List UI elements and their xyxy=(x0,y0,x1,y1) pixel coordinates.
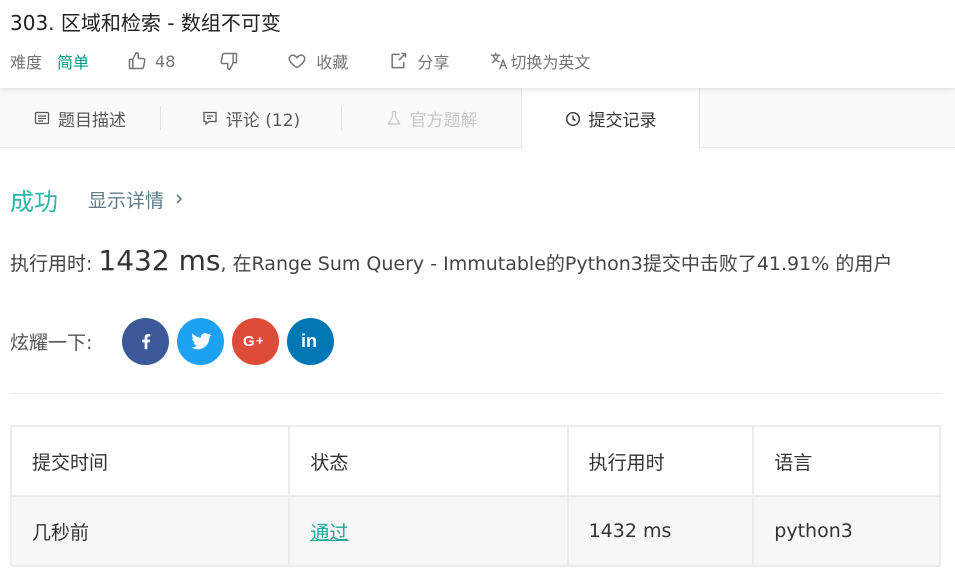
svg-text:G: G xyxy=(243,333,255,350)
share-button[interactable]: 分享 xyxy=(388,49,489,73)
chevron-right-icon xyxy=(176,194,183,204)
tab-description[interactable]: 题目描述 xyxy=(0,88,160,148)
heart-icon xyxy=(287,51,307,71)
runtime-summary: 执行用时: 1432 ms , 在Range Sum Query - Immut… xyxy=(10,244,892,280)
translate-icon xyxy=(489,51,509,71)
table-header-row: 提交时间 状态 执行用时 语言 xyxy=(9,425,941,497)
section-divider xyxy=(10,393,942,394)
translate-button[interactable]: 切换为英文 xyxy=(489,49,590,73)
linkedin-share-button[interactable]: in xyxy=(287,317,335,365)
like-count: 48 xyxy=(155,51,176,71)
show-details-link[interactable]: 显示详情 xyxy=(88,186,184,213)
share-label: 分享 xyxy=(417,53,450,72)
share-prompt: 炫耀一下: xyxy=(10,331,93,354)
google-plus-icon: G + xyxy=(243,333,264,350)
submissions-table: 提交时间 状态 执行用时 语言 几秒前 通过 1432 ms python3 xyxy=(9,425,941,567)
like-button[interactable]: 48 xyxy=(127,51,219,71)
thumbs-up-icon xyxy=(127,51,147,71)
column-header-time: 提交时间 xyxy=(9,425,291,497)
difficulty-value: 简单 xyxy=(57,53,90,72)
tab-label: 提交记录 xyxy=(588,111,657,131)
google-plus-share-button[interactable]: G + xyxy=(232,317,280,365)
runtime-prefix: 执行用时: xyxy=(10,253,93,275)
result-status: 成功 xyxy=(10,187,58,216)
table-row: 几秒前 通过 1432 ms python3 xyxy=(9,495,941,567)
twitter-icon xyxy=(191,333,212,350)
description-icon xyxy=(34,111,50,125)
translate-label: 切换为英文 xyxy=(510,53,591,72)
tab-comments[interactable]: 评论 (12) xyxy=(161,88,341,148)
problem-tabs: 题目描述 评论 (12) 官方题解 提交记录 xyxy=(0,88,955,149)
clock-icon xyxy=(565,111,580,126)
show-details-label: 显示详情 xyxy=(88,189,165,212)
runtime-value: 1432 ms xyxy=(98,244,221,277)
submission-language: python3 xyxy=(752,495,941,567)
tab-solution[interactable]: 官方题解 xyxy=(342,88,521,148)
tab-label: 题目描述 xyxy=(58,110,126,131)
svg-text:+: + xyxy=(256,333,264,348)
dislike-button[interactable] xyxy=(219,51,239,71)
social-share-row: 炫耀一下: G + in xyxy=(10,317,342,365)
facebook-icon xyxy=(142,333,151,350)
difficulty-label: 难度 xyxy=(10,53,43,72)
svg-text:in: in xyxy=(301,331,317,351)
column-header-runtime: 执行用时 xyxy=(566,425,755,497)
submission-status-link[interactable]: 通过 xyxy=(288,495,569,567)
favorite-label: 收藏 xyxy=(316,53,349,72)
problem-header: 303. 区域和检索 - 数组不可变 难度 简单 48 收藏 分享 切换为英文 xyxy=(0,0,955,88)
share-icon xyxy=(388,51,408,71)
linkedin-icon: in xyxy=(301,331,317,351)
tab-label: 官方题解 xyxy=(409,110,478,131)
favorite-button[interactable]: 收藏 xyxy=(287,49,388,73)
column-header-status: 状态 xyxy=(288,425,569,497)
submission-result: 成功 显示详情 xyxy=(10,182,184,216)
submission-runtime: 1432 ms xyxy=(566,495,755,567)
tab-submissions[interactable]: 提交记录 xyxy=(521,88,700,149)
runtime-suffix: , 在Range Sum Query - Immutable的Python3提交… xyxy=(220,253,893,275)
facebook-share-button[interactable] xyxy=(122,317,170,365)
flask-icon xyxy=(386,110,401,125)
tab-label: 评论 (12) xyxy=(225,110,301,131)
twitter-share-button[interactable] xyxy=(177,317,225,365)
problem-meta-bar: 难度 简单 48 收藏 分享 切换为英文 xyxy=(10,48,590,74)
column-header-language: 语言 xyxy=(752,425,941,497)
submission-time: 几秒前 xyxy=(9,495,291,567)
thumbs-down-icon xyxy=(219,51,239,71)
comment-icon xyxy=(203,111,217,126)
problem-title: 303. 区域和检索 - 数组不可变 xyxy=(10,11,281,35)
